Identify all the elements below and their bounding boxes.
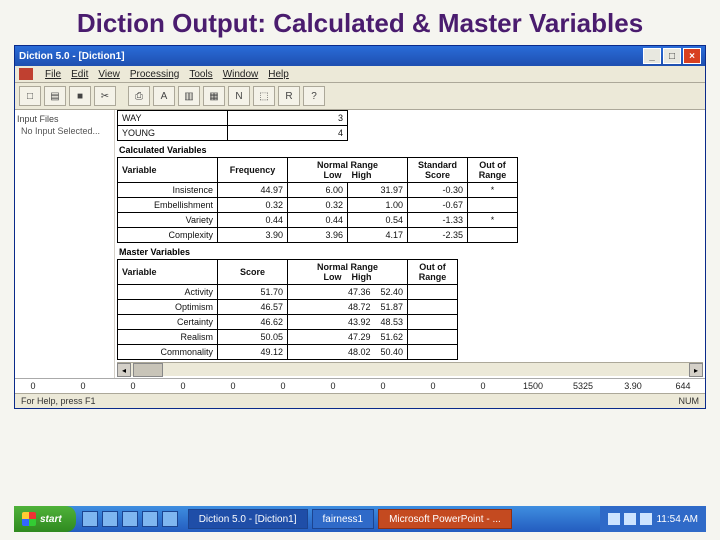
app-window: Diction 5.0 - [Diction1] _ □ × File Edit… <box>14 45 706 409</box>
window-title: Diction 5.0 - [Diction1] <box>19 51 125 62</box>
quick-launch-icon[interactable] <box>102 511 118 527</box>
title-bar: Diction 5.0 - [Diction1] _ □ × <box>15 46 705 66</box>
app-icon <box>19 68 33 80</box>
menu-edit[interactable]: Edit <box>71 69 88 80</box>
table-row: WAY3 <box>118 111 348 126</box>
menu-bar: File Edit View Processing Tools Window H… <box>15 66 705 83</box>
tray-icon[interactable] <box>640 513 652 525</box>
tool-new-icon[interactable]: □ <box>19 86 41 106</box>
status-help-text: For Help, press F1 <box>21 396 96 406</box>
tool-n-icon[interactable]: N <box>228 86 250 106</box>
bottom-number: 0 <box>371 381 395 391</box>
status-num-indicator: NUM <box>679 396 700 406</box>
bottom-number: 0 <box>221 381 245 391</box>
table-row: YOUNG4 <box>118 126 348 141</box>
clock: 11:54 AM <box>656 514 698 525</box>
tool-print-icon[interactable]: ⎙ <box>128 86 150 106</box>
menu-processing[interactable]: Processing <box>130 69 179 80</box>
slide-title: Diction Output: Calculated & Master Vari… <box>0 0 720 45</box>
taskbar: start Diction 5.0 - [Diction1] fairness1… <box>14 506 706 532</box>
tool-graph-icon[interactable]: ⬚ <box>253 86 275 106</box>
table-row: Variety0.440.440.54-1.33* <box>118 213 518 228</box>
bottom-number: 0 <box>121 381 145 391</box>
tool-cut-icon[interactable]: ✂ <box>94 86 116 106</box>
task-button-diction[interactable]: Diction 5.0 - [Diction1] <box>188 509 308 529</box>
quick-launch <box>76 511 184 527</box>
bottom-number: 0 <box>471 381 495 391</box>
menu-window[interactable]: Window <box>223 69 259 80</box>
menu-tools[interactable]: Tools <box>189 69 212 80</box>
start-button[interactable]: start <box>14 506 76 532</box>
tool-chart-icon[interactable]: ▥ <box>178 86 200 106</box>
maximize-button[interactable]: □ <box>663 48 681 64</box>
content-area: WAY3 YOUNG4 Calculated Variables Variabl… <box>115 110 705 378</box>
bottom-number: 0 <box>321 381 345 391</box>
bottom-number: 5325 <box>571 381 595 391</box>
bottom-number: 1500 <box>521 381 545 391</box>
quick-launch-icon[interactable] <box>82 511 98 527</box>
calc-table: Variable Frequency Normal RangeLow High … <box>117 157 518 243</box>
quick-launch-icon[interactable] <box>162 511 178 527</box>
task-button-fairness[interactable]: fairness1 <box>312 509 375 529</box>
quick-launch-icon[interactable] <box>122 511 138 527</box>
table-row: Optimism46.5748.72 51.87 <box>118 300 458 315</box>
tool-table-icon[interactable]: ▦ <box>203 86 225 106</box>
scroll-right-arrow-icon[interactable]: ▸ <box>689 363 703 377</box>
scroll-left-arrow-icon[interactable]: ◂ <box>117 363 131 377</box>
table-row: Insistence44.976.0031.97-0.30* <box>118 183 518 198</box>
bottom-number: 0 <box>171 381 195 391</box>
table-row: Realism50.0547.29 51.62 <box>118 330 458 345</box>
menu-help[interactable]: Help <box>268 69 289 80</box>
tool-r-icon[interactable]: R <box>278 86 300 106</box>
task-button-powerpoint[interactable]: Microsoft PowerPoint - ... <box>378 509 512 529</box>
bottom-number: 0 <box>21 381 45 391</box>
tool-open-icon[interactable]: ▤ <box>44 86 66 106</box>
table-row: Commonality49.1248.02 50.40 <box>118 345 458 360</box>
quick-launch-icon[interactable] <box>142 511 158 527</box>
minimize-button[interactable]: _ <box>643 48 661 64</box>
bottom-number: 644 <box>671 381 695 391</box>
toolbar: □ ▤ ■ ✂ ⎙ A ▥ ▦ N ⬚ R ? <box>15 83 705 110</box>
tray-icon[interactable] <box>624 513 636 525</box>
menu-view[interactable]: View <box>98 69 120 80</box>
tray-icon[interactable] <box>608 513 620 525</box>
status-bar: For Help, press F1 NUM <box>15 393 705 408</box>
tool-a-icon[interactable]: A <box>153 86 175 106</box>
scroll-thumb[interactable] <box>133 363 163 377</box>
bottom-number: 3.90 <box>621 381 645 391</box>
windows-logo-icon <box>22 512 36 526</box>
menu-file[interactable]: File <box>45 69 61 80</box>
bottom-number-row: 0000000000150053253.906440.7524.160 <box>15 378 705 393</box>
tool-save-icon[interactable]: ■ <box>69 86 91 106</box>
table-row: Complexity3.903.964.17-2.35 <box>118 228 518 243</box>
table-row: Embellishment0.320.321.00-0.67 <box>118 198 518 213</box>
tool-help-icon[interactable]: ? <box>303 86 325 106</box>
bottom-number: 0 <box>421 381 445 391</box>
table-row: Certainty46.6243.92 48.53 <box>118 315 458 330</box>
master-section-title: Master Variables <box>117 243 703 259</box>
table-row: Activity51.7047.36 52.40 <box>118 285 458 300</box>
sidebar-empty-label: No Input Selected... <box>17 126 112 136</box>
bottom-number: 0 <box>271 381 295 391</box>
calc-section-title: Calculated Variables <box>117 141 703 157</box>
sidebar-header: Input Files <box>17 112 112 126</box>
top-word-table: WAY3 YOUNG4 <box>117 110 348 141</box>
system-tray: 11:54 AM <box>600 506 706 532</box>
bottom-number: 0 <box>71 381 95 391</box>
close-button[interactable]: × <box>683 48 701 64</box>
sidebar: Input Files No Input Selected... <box>15 110 115 378</box>
horizontal-scrollbar[interactable]: ◂ ▸ <box>117 362 703 376</box>
master-table: Variable Score Normal RangeLow High Out … <box>117 259 458 360</box>
